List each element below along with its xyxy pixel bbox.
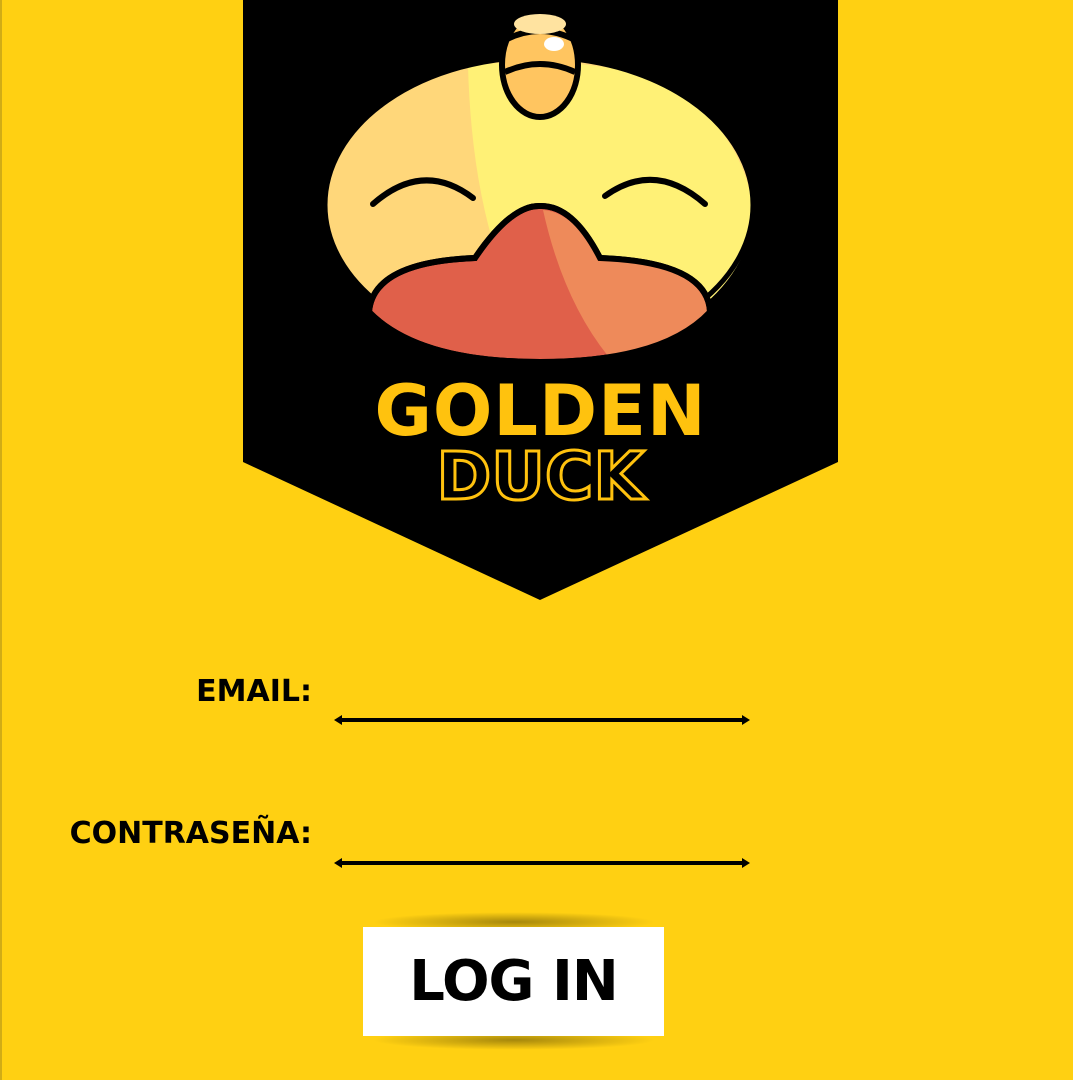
email-field[interactable] <box>334 689 750 731</box>
brand-title-duck: DUCK <box>435 438 646 515</box>
email-label: EMAIL: <box>196 674 312 709</box>
login-button[interactable]: LOG IN <box>363 927 664 1036</box>
password-input[interactable] <box>342 832 744 864</box>
email-input[interactable] <box>342 689 744 721</box>
password-field[interactable] <box>334 832 750 874</box>
password-label: CONTRASEÑA: <box>69 816 312 851</box>
left-edge-divider <box>0 0 2 1080</box>
brand-title-golden: GOLDEN <box>374 370 707 452</box>
login-page: GOLDEN DUCK EMAIL: CONTRASEÑA: LOG IN <box>0 0 1073 1080</box>
brand-banner: GOLDEN DUCK <box>243 0 838 602</box>
